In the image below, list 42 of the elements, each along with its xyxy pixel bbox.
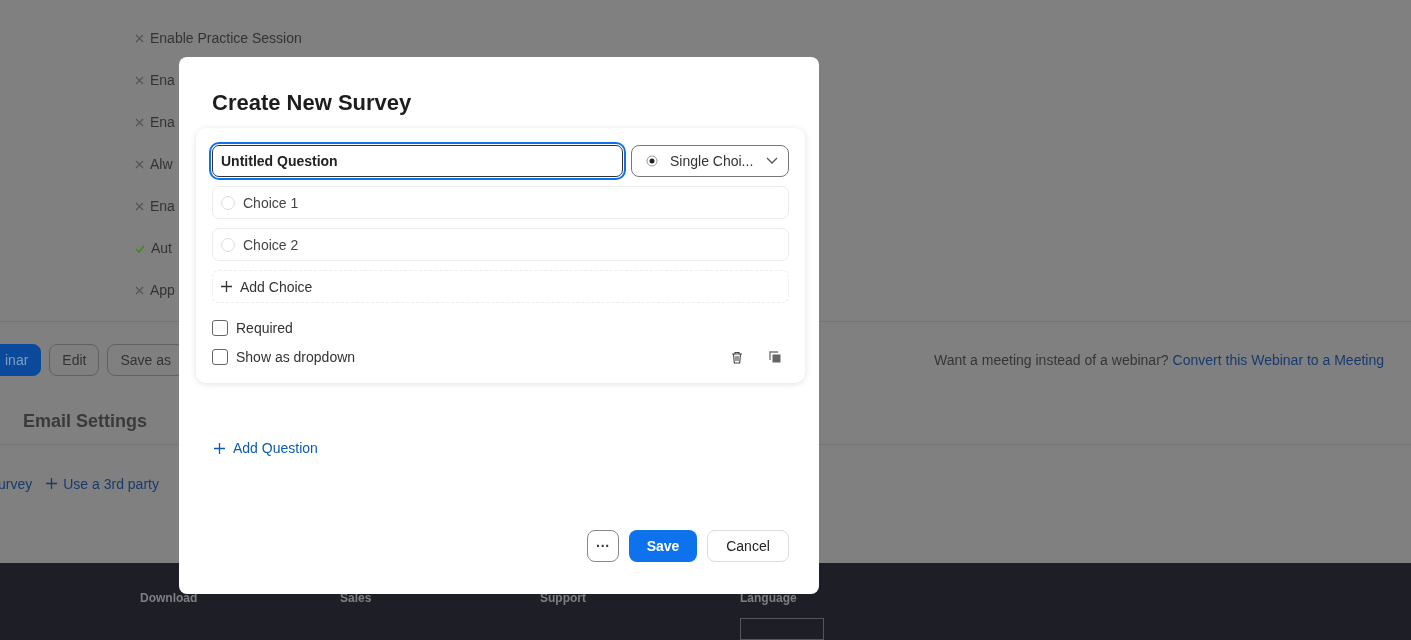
cancel-button[interactable]: Cancel [707, 530, 789, 562]
setting-label: Ena [150, 71, 175, 90]
check-icon [135, 244, 145, 254]
footer-heading: Language [740, 591, 797, 605]
choice-row[interactable]: Choice 2 [212, 228, 789, 261]
copy-icon[interactable] [769, 350, 781, 364]
save-button[interactable]: Save [629, 530, 697, 562]
checkbox[interactable] [212, 320, 228, 336]
plus-icon [221, 281, 232, 292]
question-field[interactable]: Untitled Question [212, 145, 623, 177]
footer-heading: Download [140, 591, 198, 605]
setting-label: Ena [150, 197, 175, 216]
radio-button[interactable] [221, 237, 235, 252]
radio-icon [646, 155, 658, 167]
more-button[interactable]: ··· [587, 530, 619, 562]
choice-row[interactable]: Choice 1 [212, 186, 789, 219]
setting-label: App [150, 281, 175, 300]
section-title: Email Settings [22, 410, 149, 433]
footer-heading: Sales [340, 591, 372, 605]
setting-label: Alw [150, 155, 173, 174]
trash-icon[interactable] [731, 350, 743, 364]
cross-icon [135, 202, 144, 211]
footer-heading: Support [540, 591, 586, 605]
radio-button[interactable] [221, 195, 235, 210]
chevron-down-icon [766, 157, 778, 165]
plus-icon [214, 442, 225, 454]
option-label: Show as dropdown [236, 349, 356, 365]
cross-icon [135, 286, 144, 295]
setting-label: Enable Practice Session [150, 29, 302, 48]
type-dropdown[interactable]: Single Choi... [631, 145, 789, 177]
checkbox[interactable] [212, 349, 228, 365]
cross-icon [135, 118, 144, 127]
add-choice-button[interactable]: Add Choice [221, 278, 313, 295]
cross-icon [135, 76, 144, 85]
setting-label: Ena [150, 113, 175, 132]
add-question-button[interactable]: Add Question [214, 440, 318, 456]
cross-icon [135, 160, 144, 169]
cross-icon [135, 34, 144, 43]
setting-label: Aut [151, 239, 172, 258]
convert-prompt: Want a meeting instead of a webinar? [934, 352, 1169, 369]
option-label: Required [236, 320, 293, 336]
dialog-title: Create New Survey [212, 90, 413, 116]
